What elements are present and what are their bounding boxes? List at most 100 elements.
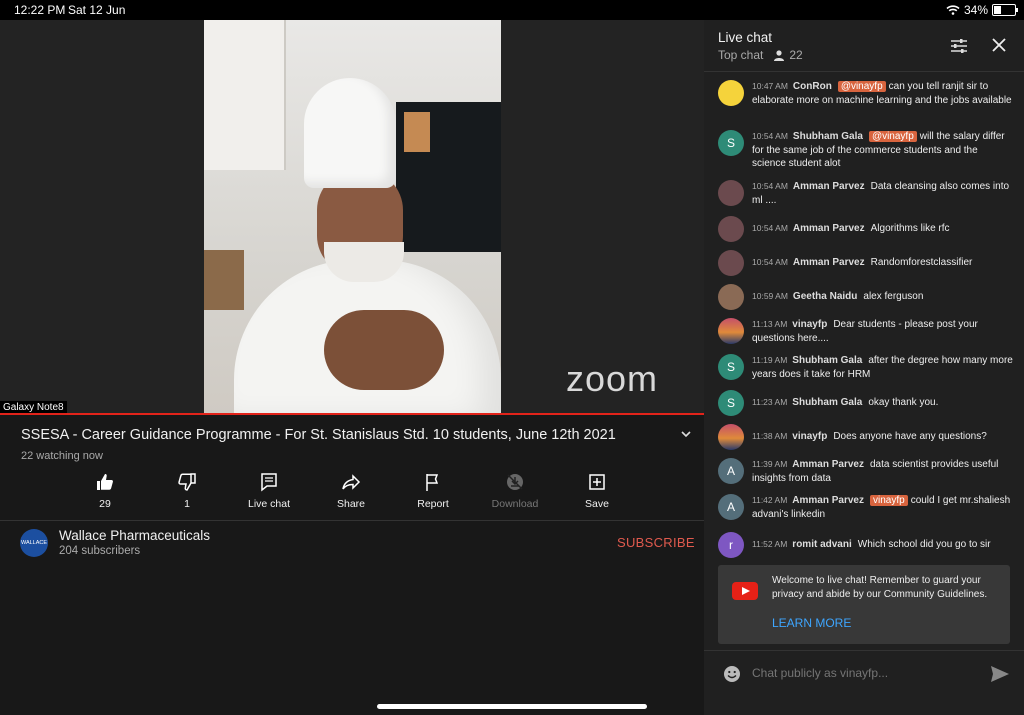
chat-avatar[interactable]: r [718, 532, 744, 558]
share-button[interactable]: Share [310, 472, 392, 510]
chat-text: alex ferguson [863, 291, 924, 302]
chat-author[interactable]: ConRon [793, 81, 832, 92]
flag-icon [426, 474, 439, 491]
chat-time: 11:42 AM [752, 495, 788, 505]
welcome-banner: Welcome to live chat! Remember to guard … [718, 565, 1010, 644]
save-icon [589, 474, 605, 490]
chat-input[interactable] [752, 666, 982, 680]
chat-author[interactable]: vinayfp [792, 431, 827, 442]
chat-avatar[interactable]: S [718, 354, 744, 380]
learn-more-link[interactable]: LEARN MORE [772, 616, 851, 630]
chat-title: Live chat [718, 30, 773, 45]
chat-avatar[interactable]: A [718, 458, 744, 484]
download-button[interactable]: Download [474, 472, 556, 510]
video-frame [204, 20, 501, 414]
chat-time: 11:38 AM [752, 431, 788, 441]
chat-mention: vinayfp [870, 495, 908, 506]
chat-text: Which school did you go to sir [857, 539, 991, 550]
chat-text: data scientist provides useful insights … [752, 459, 999, 484]
chat-author[interactable]: Amman Parvez [793, 223, 865, 234]
chat-author[interactable]: Amman Parvez [793, 181, 865, 192]
zoom-logo: zoom [566, 358, 659, 399]
download-icon [507, 474, 523, 490]
chat-author[interactable]: Shubham Gala [792, 355, 862, 366]
chat-time: 10:59 AM [752, 291, 788, 301]
person-icon [774, 49, 785, 61]
channel-avatar[interactable]: WALLACE [20, 529, 48, 557]
dislike-button[interactable]: 1 [146, 472, 228, 510]
chat-avatar[interactable]: S [718, 390, 744, 416]
chat-avatar[interactable] [718, 318, 744, 344]
thumbs-down-icon [178, 473, 196, 491]
chat-avatar[interactable] [718, 284, 744, 310]
chat-mention: @vinayfp [837, 81, 886, 92]
like-button[interactable]: 29 [64, 472, 146, 510]
chat-mention: @vinayfp [868, 131, 917, 142]
emoji-icon[interactable] [723, 665, 741, 683]
chat-text: okay thank you. [868, 397, 939, 408]
youtube-logo-icon [732, 582, 758, 600]
chat-mode-selector[interactable]: Top chat 22 [718, 48, 803, 62]
chat-avatar[interactable] [718, 216, 744, 242]
report-button[interactable]: Report [392, 472, 474, 510]
battery-percent: 34% [963, 3, 988, 17]
chat-author[interactable]: vinayfp [792, 319, 827, 330]
chat-author[interactable]: Geetha Naidu [793, 291, 857, 302]
send-icon[interactable] [990, 665, 1010, 683]
report-label: Report [417, 498, 449, 510]
chat-avatar[interactable] [718, 424, 744, 450]
watching-count: 22 watching now [21, 450, 103, 462]
thumbs-up-icon [97, 474, 113, 490]
home-indicator[interactable] [377, 704, 647, 709]
subscribe-button[interactable]: SUBSCRIBE [617, 535, 695, 550]
chat-text: Does anyone have any questions? [833, 431, 987, 442]
close-icon[interactable] [991, 37, 1007, 53]
video-player[interactable]: zoom Galaxy Note8 [0, 20, 704, 414]
chat-avatar[interactable] [718, 180, 744, 206]
chat-time: 11:13 AM [752, 319, 788, 329]
chat-time: 10:54 AM [752, 257, 788, 267]
chat-text: Data cleansing also comes into ml .... [752, 181, 1010, 206]
dislike-count: 1 [184, 498, 190, 510]
chat-avatar[interactable]: A [718, 494, 744, 520]
save-label: Save [585, 498, 609, 510]
save-button[interactable]: Save [556, 472, 638, 510]
subscriber-count: 204 subscribers [59, 545, 141, 557]
divider [0, 520, 704, 521]
like-count: 29 [99, 498, 111, 510]
live-chat-label: Live chat [247, 498, 291, 510]
channel-name[interactable]: Wallace Pharmaceuticals [59, 528, 210, 543]
chat-time: 10:47 AM [752, 81, 788, 91]
chat-author[interactable]: Amman Parvez [793, 257, 865, 268]
download-label: Download [491, 498, 539, 510]
chat-text: Algorithms like rfc [870, 223, 950, 234]
chat-time: 11:52 AM [752, 539, 788, 549]
chat-time: 10:54 AM [752, 181, 788, 191]
chat-header-divider [704, 71, 1024, 72]
chat-author[interactable]: Shubham Gala [792, 397, 862, 408]
filter-icon[interactable] [950, 38, 968, 54]
status-bar: 12:22 PM Sat 12 Jun 34% [0, 0, 1024, 20]
battery-icon [992, 4, 1018, 16]
status-date: Sat 12 Jun [68, 3, 126, 17]
chat-header: Live chat Top chat 22 [718, 30, 803, 62]
chat-author[interactable]: Amman Parvez [792, 495, 864, 506]
viewer-count: 22 [789, 48, 803, 62]
live-chat-icon [261, 473, 277, 492]
chat-avatar[interactable] [718, 80, 744, 106]
live-chat-button[interactable]: Live chat [228, 472, 310, 510]
live-chat-panel: Live chat Top chat 22 10:47 AM ConRon @vin… [704, 20, 1024, 715]
video-title[interactable]: SSESA - Career Guidance Programme - For … [21, 427, 616, 443]
chat-author[interactable]: Shubham Gala [793, 131, 863, 142]
status-right: 34% [946, 3, 1018, 17]
chat-author[interactable]: romit advani [792, 539, 851, 550]
chat-author[interactable]: Amman Parvez [792, 459, 864, 470]
chat-avatar[interactable] [718, 250, 744, 276]
input-divider [704, 650, 1024, 651]
live-progress-bar[interactable] [0, 413, 704, 415]
chat-time: 11:19 AM [752, 355, 788, 365]
share-icon [342, 474, 361, 490]
chat-mode-label: Top chat [718, 48, 764, 62]
chevron-down-icon[interactable] [678, 427, 694, 441]
chat-avatar[interactable]: S [718, 130, 744, 156]
